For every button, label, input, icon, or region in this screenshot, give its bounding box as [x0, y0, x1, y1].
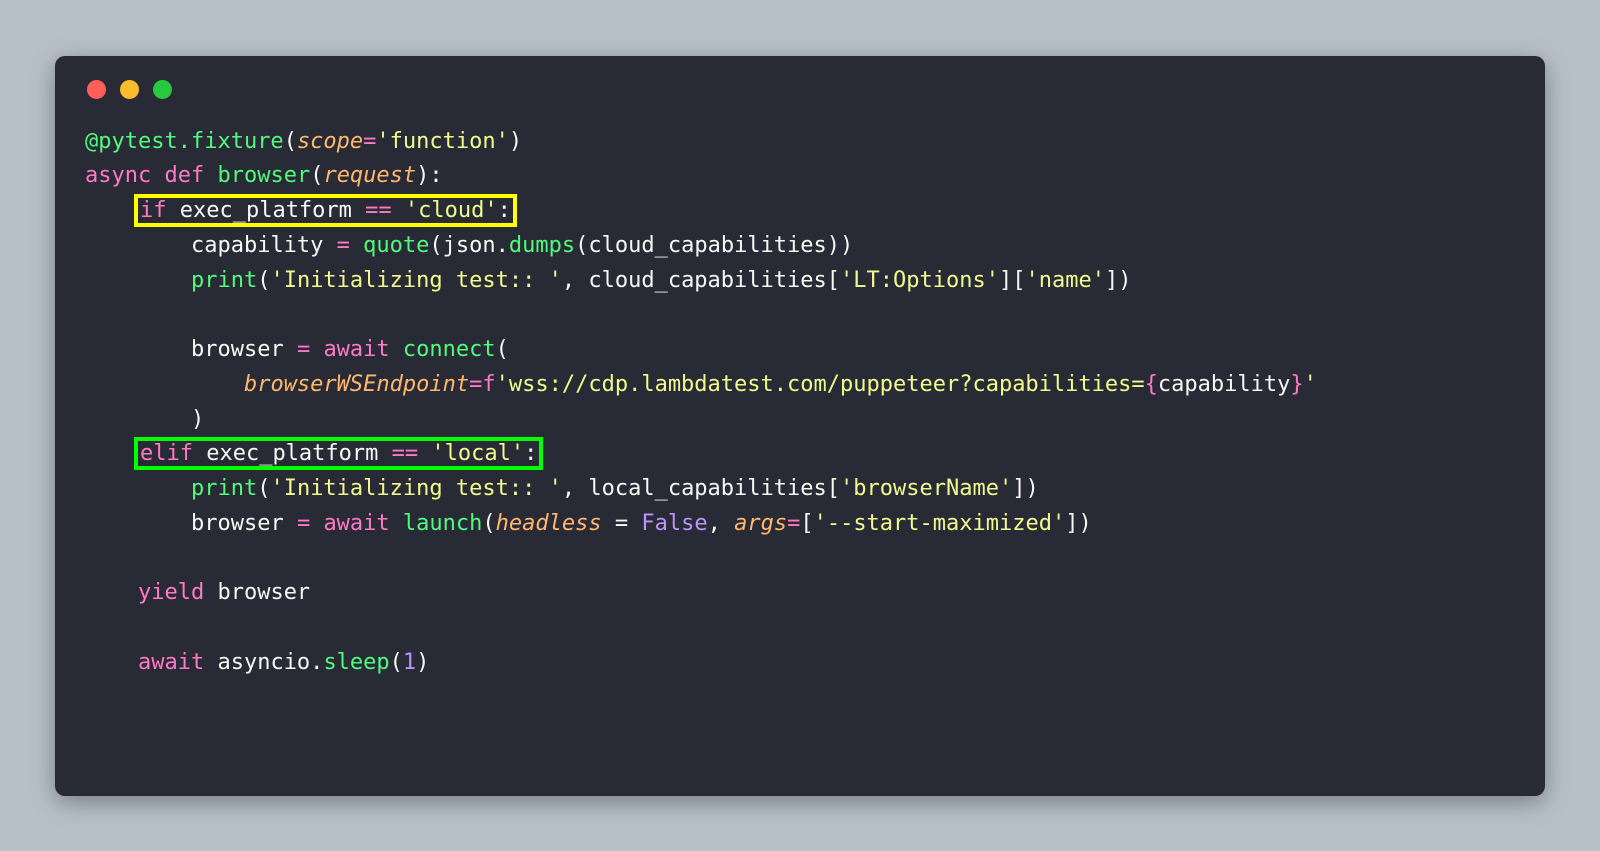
code-block: @pytest.fixture(scope='function') async … — [85, 125, 1515, 681]
decorator: @pytest.fixture — [85, 129, 284, 154]
highlight-if-cloud: if exec_platform == 'cloud': — [134, 194, 517, 227]
minimize-icon — [120, 80, 139, 99]
traffic-lights — [87, 80, 1515, 99]
maximize-icon — [153, 80, 172, 99]
close-icon — [87, 80, 106, 99]
code-window: @pytest.fixture(scope='function') async … — [55, 56, 1545, 796]
highlight-elif-local: elif exec_platform == 'local': — [134, 437, 543, 470]
